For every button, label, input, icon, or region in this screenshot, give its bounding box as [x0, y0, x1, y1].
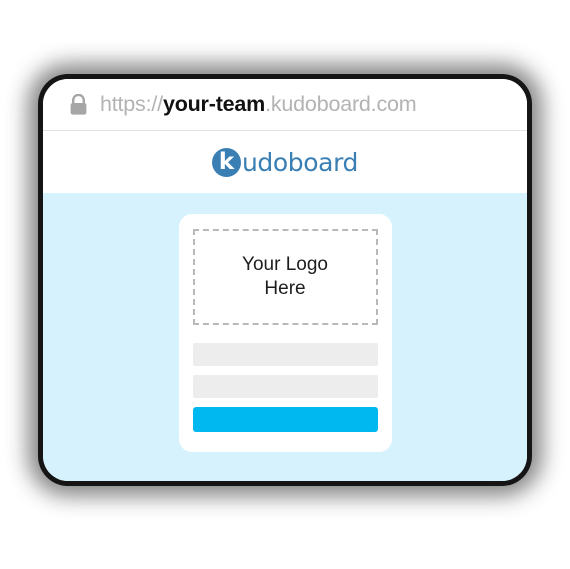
screenshot-canvas: https://your-team.kudoboard.com k udoboa…	[0, 0, 570, 569]
kudoboard-logo-text: udoboard	[241, 147, 358, 177]
browser-window: https://your-team.kudoboard.com k udoboa…	[43, 79, 527, 481]
logo-placeholder-line-2: Here	[264, 278, 306, 299]
url-scheme: https://	[100, 92, 163, 116]
browser-device-frame: https://your-team.kudoboard.com k udoboa…	[38, 74, 532, 486]
url-text: https://your-team.kudoboard.com	[100, 92, 417, 117]
url-subdomain: your-team	[162, 92, 266, 116]
kudoboard-logo[interactable]: k udoboard	[211, 147, 358, 177]
page-body: Your Logo Here	[43, 193, 527, 481]
logo-upload-dropzone[interactable]: Your Logo Here	[192, 229, 378, 325]
kudoboard-logo-mark-icon: k	[211, 147, 241, 177]
lock-icon	[70, 93, 87, 115]
field-one-input[interactable]	[192, 343, 378, 366]
browser-url-bar[interactable]: https://your-team.kudoboard.com	[43, 79, 527, 131]
site-header: k udoboard	[43, 131, 527, 193]
field-two-input[interactable]	[192, 375, 378, 398]
logo-placeholder-line-1: Your Logo	[242, 254, 328, 275]
submit-button[interactable]	[192, 407, 378, 432]
signup-card: Your Logo Here	[178, 214, 392, 452]
url-domain: .kudoboard.com	[265, 92, 417, 116]
